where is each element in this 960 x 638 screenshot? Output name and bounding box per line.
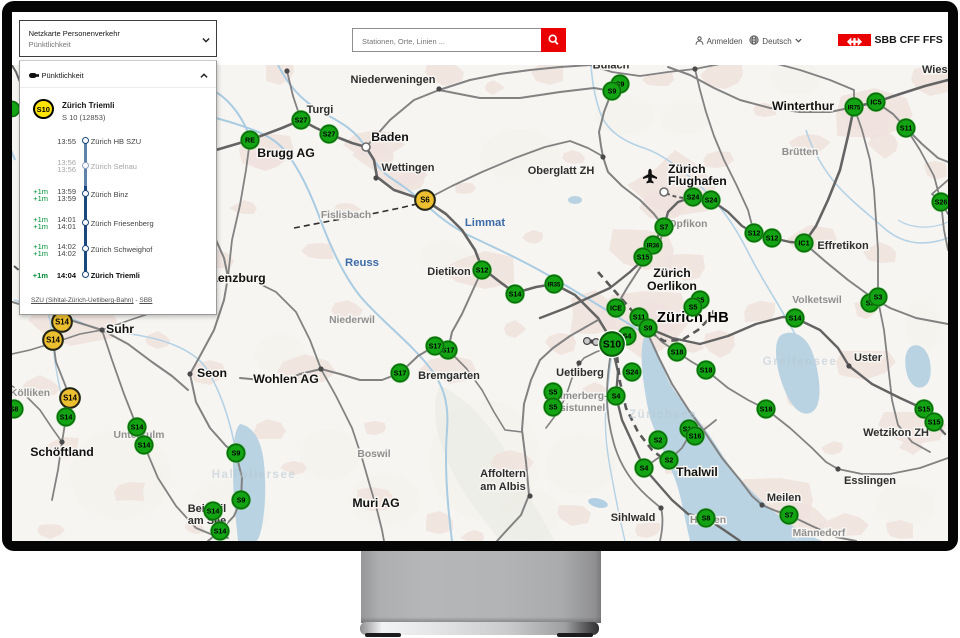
svg-text:S24: S24: [705, 195, 718, 204]
svg-text:IC5: IC5: [870, 97, 881, 106]
svg-text:Zürich: Zürich: [653, 266, 691, 280]
svg-text:S9: S9: [644, 323, 653, 332]
svg-text:Volketswil: Volketswil: [792, 295, 842, 306]
svg-text:IR35: IR35: [548, 282, 561, 288]
svg-text:Fislisbach: Fislisbach: [321, 210, 371, 221]
svg-text:S3: S3: [874, 292, 883, 301]
svg-text:Thalwil: Thalwil: [676, 465, 718, 479]
svg-text:Brugg AG: Brugg AG: [257, 146, 315, 160]
svg-text:S9: S9: [232, 448, 241, 457]
svg-text:Opfikon: Opfikon: [669, 219, 708, 230]
svg-text:S14: S14: [46, 336, 61, 345]
svg-text:Limmat: Limmat: [465, 217, 505, 229]
svg-text:S12: S12: [766, 233, 779, 242]
svg-text:Oberglatt ZH: Oberglatt ZH: [528, 165, 595, 177]
svg-text:Effretikon: Effretikon: [817, 240, 869, 252]
svg-text:Wetzikon ZH: Wetzikon ZH: [863, 427, 929, 439]
svg-text:S9: S9: [608, 86, 617, 95]
svg-text:S5: S5: [689, 302, 698, 311]
svg-text:S27: S27: [323, 129, 336, 138]
svg-text:S14: S14: [60, 412, 73, 421]
svg-text:RE: RE: [245, 135, 255, 144]
svg-text:Seon: Seon: [197, 366, 227, 380]
svg-text:Esslingen: Esslingen: [844, 475, 896, 487]
svg-text:Schöftland: Schöftland: [30, 445, 94, 459]
svg-text:Reuss: Reuss: [345, 257, 379, 269]
svg-text:Baden: Baden: [371, 130, 409, 144]
svg-text:S14: S14: [63, 394, 78, 403]
svg-text:S11: S11: [900, 123, 912, 132]
svg-text:S18: S18: [700, 365, 713, 374]
svg-text:IC1: IC1: [798, 238, 809, 247]
svg-text:S7: S7: [660, 222, 669, 231]
svg-text:S17: S17: [429, 341, 442, 350]
svg-text:Uster: Uster: [854, 352, 883, 364]
svg-text:IR75: IR75: [848, 105, 861, 111]
svg-text:S12: S12: [476, 265, 489, 274]
svg-text:S14: S14: [509, 289, 522, 298]
svg-text:S24: S24: [687, 192, 700, 201]
svg-text:am Albis: am Albis: [480, 481, 525, 493]
svg-text:S26: S26: [935, 197, 948, 206]
svg-text:Wettingen: Wettingen: [382, 162, 435, 174]
svg-text:Brütten: Brütten: [782, 147, 819, 158]
svg-text:Suhr: Suhr: [106, 322, 134, 336]
svg-text:Hallwilersee: Hallwilersee: [212, 469, 296, 481]
svg-text:Boswil: Boswil: [357, 449, 390, 460]
svg-text:S8: S8: [12, 404, 18, 413]
svg-text:S6: S6: [420, 196, 430, 205]
svg-text:Sihlwald: Sihlwald: [611, 512, 656, 524]
svg-text:Kölliken: Kölliken: [12, 388, 50, 399]
svg-text:S18: S18: [760, 404, 773, 413]
svg-text:ICE: ICE: [610, 303, 622, 312]
svg-text:Flughafen: Flughafen: [668, 174, 727, 188]
svg-text:Zürichsee: Zürichsee: [629, 409, 697, 421]
svg-text:S18: S18: [671, 347, 684, 356]
svg-text:Greifensee: Greifensee: [763, 356, 837, 368]
svg-text:S2: S2: [654, 435, 663, 444]
svg-text:Wohlen AG: Wohlen AG: [253, 372, 319, 386]
svg-text:Uetliberg: Uetliberg: [556, 367, 604, 379]
svg-text:S5: S5: [549, 387, 558, 396]
svg-text:Dietikon: Dietikon: [427, 266, 471, 278]
svg-text:Männedorf: Männedorf: [793, 528, 846, 539]
svg-text:Lenzburg: Lenzburg: [210, 271, 265, 285]
svg-text:Wies: Wies: [922, 65, 948, 76]
svg-text:S14: S14: [55, 318, 70, 327]
svg-text:S14: S14: [138, 440, 151, 449]
svg-text:S14: S14: [207, 506, 220, 515]
svg-text:S14: S14: [789, 313, 802, 322]
svg-text:S27: S27: [295, 115, 308, 124]
svg-text:S16: S16: [689, 431, 702, 440]
svg-text:Turgi: Turgi: [307, 104, 334, 116]
svg-text:S15: S15: [637, 252, 650, 261]
svg-text:Oerlikon: Oerlikon: [647, 279, 697, 293]
svg-text:S14: S14: [131, 422, 144, 431]
svg-text:S14: S14: [214, 526, 227, 535]
svg-text:S8: S8: [702, 513, 711, 522]
svg-text:Affoltern: Affoltern: [480, 468, 526, 480]
svg-text:Niederweningen: Niederweningen: [351, 74, 436, 86]
svg-text:S17: S17: [394, 368, 407, 377]
svg-text:S5: S5: [549, 402, 558, 411]
svg-text:Bülach: Bülach: [593, 65, 630, 72]
svg-text:S15: S15: [918, 404, 931, 413]
svg-text:Winterthur: Winterthur: [772, 99, 834, 113]
svg-text:S9: S9: [237, 495, 246, 504]
svg-text:S4: S4: [640, 463, 649, 472]
svg-text:S24: S24: [626, 367, 639, 376]
svg-text:S10: S10: [603, 340, 621, 351]
svg-text:S2: S2: [665, 455, 674, 464]
svg-text:Meilen: Meilen: [767, 492, 802, 504]
svg-text:Bremgarten: Bremgarten: [418, 370, 480, 382]
svg-text:S7: S7: [785, 510, 794, 519]
svg-text:IR36: IR36: [647, 243, 660, 249]
svg-text:Muri AG: Muri AG: [352, 496, 399, 510]
svg-text:S12: S12: [748, 228, 761, 237]
svg-text:S15: S15: [928, 417, 941, 426]
svg-text:S4: S4: [612, 391, 621, 400]
svg-text:Niederwil: Niederwil: [329, 315, 375, 326]
